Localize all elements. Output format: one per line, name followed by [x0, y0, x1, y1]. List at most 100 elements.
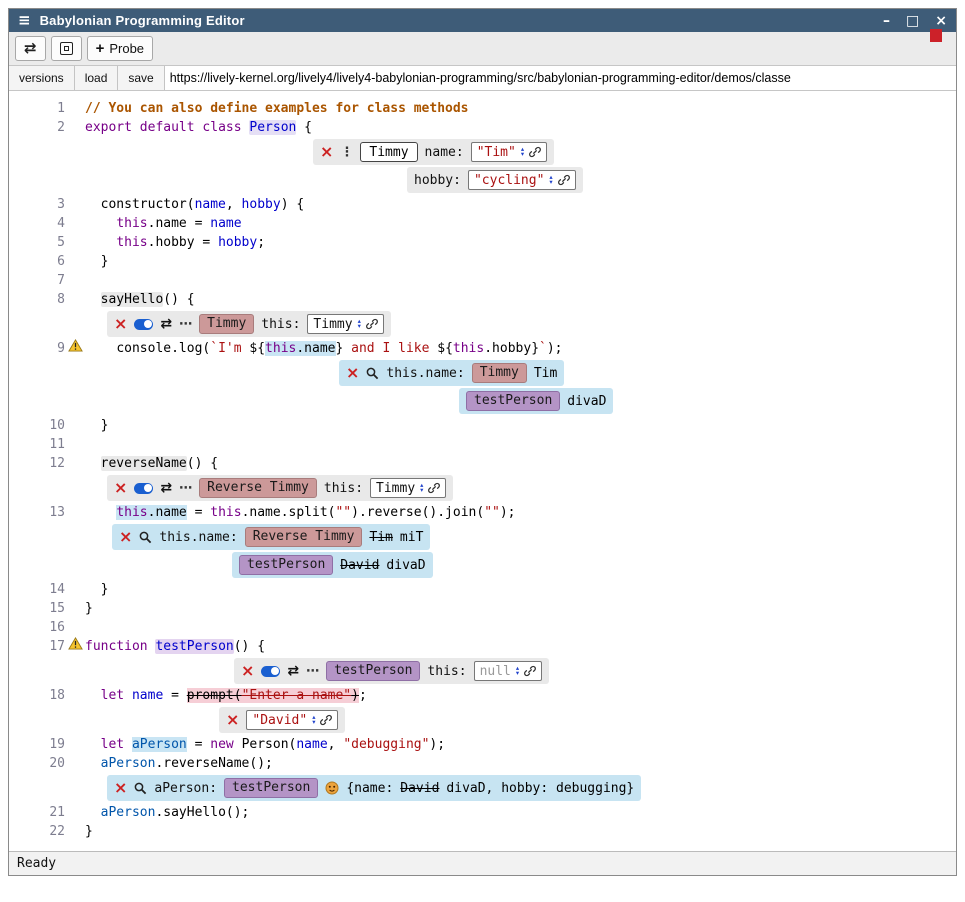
- link-icon[interactable]: [428, 482, 440, 494]
- load-button[interactable]: load: [75, 66, 119, 90]
- code-token: "": [484, 505, 500, 520]
- code-line[interactable]: 1// You can also define examples for cla…: [9, 99, 956, 118]
- line-number: 10: [9, 416, 65, 435]
- value-input[interactable]: Timmy▴▾: [370, 478, 446, 498]
- example-name-button[interactable]: Timmy: [360, 142, 417, 162]
- code-token: }: [531, 341, 539, 356]
- value-input[interactable]: null▴▾: [474, 661, 543, 681]
- spinner-icon[interactable]: ▴▾: [549, 175, 552, 185]
- close-icon[interactable]: ×: [241, 663, 254, 679]
- code-line[interactable]: 9 console.log(`I'm ${this.name} and I li…: [9, 339, 956, 358]
- probe-value: divaD, hobby: debugging}: [446, 781, 634, 796]
- value-input[interactable]: "David"▴▾: [246, 710, 338, 730]
- code-text: }: [85, 580, 108, 599]
- menu-icon[interactable]: ≡: [18, 13, 31, 28]
- drag-handle-icon[interactable]: ⋮: [340, 146, 353, 159]
- probe-example-badge: testPerson: [224, 778, 318, 798]
- spinner-icon[interactable]: ▴▾: [358, 319, 361, 329]
- more-options-icon[interactable]: ⋯: [179, 482, 192, 495]
- widget-row: ×⇄⋯Timmythis:Timmy▴▾: [107, 311, 956, 337]
- close-icon[interactable]: ×: [114, 316, 127, 332]
- versions-button[interactable]: versions: [9, 66, 75, 90]
- line-number: 8: [9, 290, 65, 309]
- code-token: .name: [148, 505, 187, 520]
- code-line[interactable]: 11: [9, 435, 956, 454]
- code-token: prompt(: [187, 688, 242, 703]
- code-line[interactable]: 7: [9, 271, 956, 290]
- code-token: hobby: [242, 197, 281, 212]
- code-token: .name.split(: [242, 505, 336, 520]
- link-icon[interactable]: [529, 146, 541, 158]
- code-token: .reverseName();: [155, 756, 272, 771]
- code-line[interactable]: 12 reverseName() {: [9, 454, 956, 473]
- code-line[interactable]: 17function testPerson() {: [9, 637, 956, 656]
- more-options-icon[interactable]: ⋯: [306, 665, 319, 678]
- code-line[interactable]: 10 }: [9, 416, 956, 435]
- more-options-icon[interactable]: ⋯: [179, 318, 192, 331]
- code-line[interactable]: 2export default class Person {: [9, 118, 956, 137]
- code-line[interactable]: 3 constructor(name, hobby) {: [9, 195, 956, 214]
- example-badge[interactable]: testPerson: [326, 661, 420, 681]
- swap-icon[interactable]: ⇄: [160, 481, 172, 495]
- code-text: this.name = name: [85, 214, 242, 233]
- code-editor[interactable]: 1// You can also define examples for cla…: [9, 91, 956, 851]
- link-icon[interactable]: [524, 665, 536, 677]
- probe-expression-label: this.name:: [159, 530, 237, 545]
- code-token: [85, 505, 116, 520]
- example-toggle[interactable]: [261, 666, 280, 677]
- code-line[interactable]: 19 let aPerson = new Person(name, "debug…: [9, 735, 956, 754]
- save-button[interactable]: save: [118, 66, 164, 90]
- code-line[interactable]: 5 this.hobby = hobby;: [9, 233, 956, 252]
- close-icon[interactable]: ×: [346, 365, 359, 381]
- close-icon[interactable]: ×: [320, 144, 333, 160]
- code-line[interactable]: 20 aPerson.reverseName();: [9, 754, 956, 773]
- code-line[interactable]: 18 let name = prompt("Enter a name");: [9, 686, 956, 705]
- line-number: 21: [9, 803, 65, 822]
- spinner-icon[interactable]: ▴▾: [521, 147, 524, 157]
- code-line[interactable]: 4 this.name = name: [9, 214, 956, 233]
- close-icon[interactable]: ×: [119, 529, 132, 545]
- value-input[interactable]: "Tim"▴▾: [471, 142, 547, 162]
- code-line[interactable]: 6 }: [9, 252, 956, 271]
- minimize-button[interactable]: –: [883, 14, 890, 28]
- close-icon[interactable]: ×: [114, 480, 127, 496]
- code-text: }: [85, 822, 93, 841]
- swap-icon[interactable]: ⇄: [160, 317, 172, 331]
- example-toggle[interactable]: [134, 483, 153, 494]
- code-line[interactable]: 22}: [9, 822, 956, 841]
- code-line[interactable]: 21 aPerson.sayHello();: [9, 803, 956, 822]
- code-line[interactable]: 14 }: [9, 580, 956, 599]
- this-label: this:: [427, 664, 466, 679]
- close-icon[interactable]: ×: [114, 780, 127, 796]
- code-text: console.log(`I'm ${this.name} and I like…: [85, 339, 563, 358]
- code-token: [85, 341, 116, 356]
- warning-icon[interactable]: [68, 637, 83, 656]
- plus-icon: +: [96, 41, 105, 56]
- code-token: class: [202, 120, 241, 135]
- link-icon[interactable]: [366, 318, 378, 330]
- url-input[interactable]: https://lively-kernel.org/lively4/lively…: [165, 66, 956, 90]
- example-badge[interactable]: Reverse Timmy: [199, 478, 317, 498]
- link-icon[interactable]: [558, 174, 570, 186]
- warning-icon[interactable]: [68, 339, 83, 358]
- add-probe-button[interactable]: + Probe: [87, 36, 153, 61]
- close-icon[interactable]: ×: [226, 712, 239, 728]
- close-button[interactable]: ×: [935, 14, 947, 28]
- maximize-button[interactable]: □: [906, 14, 919, 28]
- code-line[interactable]: 8 sayHello() {: [9, 290, 956, 309]
- value-input[interactable]: Timmy▴▾: [307, 314, 383, 334]
- example-badge[interactable]: Timmy: [199, 314, 254, 334]
- code-line[interactable]: 15}: [9, 599, 956, 618]
- spinner-icon[interactable]: ▴▾: [516, 666, 519, 676]
- line-number: 13: [9, 503, 65, 522]
- spinner-icon[interactable]: ▴▾: [420, 483, 423, 493]
- swap-icon[interactable]: ⇄: [287, 664, 299, 678]
- code-line[interactable]: 16: [9, 618, 956, 637]
- frame-button[interactable]: [51, 36, 82, 61]
- example-toggle[interactable]: [134, 319, 153, 330]
- value-input[interactable]: "cycling"▴▾: [468, 170, 576, 190]
- migrate-button[interactable]: ⇄: [15, 36, 46, 61]
- link-icon[interactable]: [320, 714, 332, 726]
- spinner-icon[interactable]: ▴▾: [312, 715, 315, 725]
- code-line[interactable]: 13 this.name = this.name.split("").rever…: [9, 503, 956, 522]
